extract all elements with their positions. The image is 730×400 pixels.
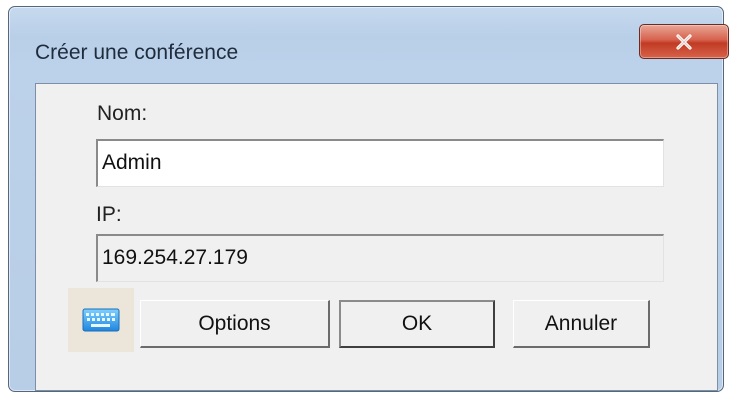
dialog-window: Créer une conférence Nom: Admin IP: 169.… (8, 6, 729, 392)
keyboard-button[interactable] (68, 288, 134, 352)
name-label: Nom: (97, 102, 148, 125)
name-input[interactable]: Admin (96, 139, 664, 187)
dialog-body: Nom: Admin IP: 169.254.27.179 Options OK… (35, 83, 718, 391)
close-button[interactable] (639, 24, 729, 59)
close-x-icon (676, 33, 692, 50)
ok-button[interactable]: OK (339, 300, 495, 348)
options-button[interactable]: Options (140, 300, 330, 348)
ip-input[interactable]: 169.254.27.179 (96, 234, 664, 282)
cancel-button[interactable]: Annuler (513, 300, 650, 348)
window-title: Créer une conférence (35, 41, 239, 64)
ip-label: IP: (96, 203, 122, 226)
keyboard-icon (82, 308, 120, 332)
